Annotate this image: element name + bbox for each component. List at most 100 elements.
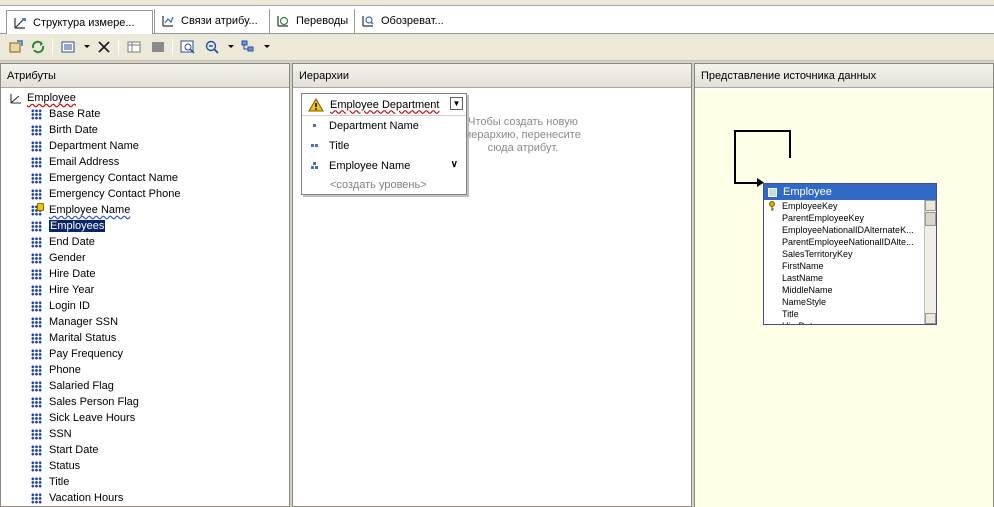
- attribute-icon: [31, 492, 42, 504]
- attribute-item[interactable]: End Date: [1, 234, 289, 250]
- attribute-item[interactable]: Department Name: [1, 138, 289, 154]
- dimension-root-node[interactable]: Employee: [1, 90, 289, 106]
- collapse-button[interactable]: ▼: [450, 97, 463, 110]
- attribute-relationships-icon: [162, 16, 174, 27]
- attribute-label: Login ID: [49, 300, 90, 312]
- attribute-item[interactable]: Phone: [1, 362, 289, 378]
- grid-icon: [152, 42, 164, 52]
- attribute-item[interactable]: Base Rate: [1, 106, 289, 122]
- attribute-item[interactable]: Marital Status: [1, 330, 289, 346]
- tab-attribute-relationships[interactable]: Связи атрибу...: [154, 9, 268, 33]
- grid-button[interactable]: [148, 38, 168, 56]
- attribute-item[interactable]: Pay Frequency: [1, 346, 289, 362]
- attribute-item[interactable]: Emergency Contact Name: [1, 170, 289, 186]
- attribute-label: Status: [49, 460, 81, 472]
- attribute-item[interactable]: Hire Year: [1, 282, 289, 298]
- dsv-column-label: FirstName: [782, 261, 824, 271]
- dsv-column[interactable]: EmployeeNationalIDAlternateK...: [764, 224, 924, 236]
- attribute-label: Pay Frequency: [49, 348, 123, 360]
- dsv-column[interactable]: ParentEmployeeNationalIDAlte...: [764, 236, 924, 248]
- attribute-icon: [31, 124, 42, 136]
- dsv-diagram-area[interactable]: Employee EmployeeKey ParentEmployeeKey Emp…: [695, 89, 993, 507]
- dsv-table-title[interactable]: Employee: [764, 184, 936, 200]
- level-label: Title: [329, 140, 350, 152]
- dsv-column-label: ParentEmployeeNationalIDAlte...: [782, 237, 914, 247]
- expand-chevron-icon[interactable]: ∨: [451, 159, 458, 170]
- dsv-column[interactable]: LastName: [764, 272, 924, 284]
- arrange-button[interactable]: [238, 38, 258, 56]
- attribute-icon: [31, 220, 42, 232]
- warning-badge-icon: [37, 203, 44, 211]
- designer-toolbar: [0, 34, 994, 61]
- tab-translations[interactable]: Переводы: [269, 9, 353, 33]
- attribute-item[interactable]: Salaried Flag: [1, 378, 289, 394]
- attribute-label: Salaried Flag: [49, 380, 114, 392]
- level-3-icon: [311, 162, 318, 169]
- attribute-item[interactable]: Title: [1, 474, 289, 490]
- attribute-item[interactable]: SSN: [1, 426, 289, 442]
- attribute-icon: [31, 252, 42, 264]
- table-icon: [127, 41, 141, 53]
- attribute-item[interactable]: Login ID: [1, 298, 289, 314]
- zoom-to-fit-button[interactable]: [178, 38, 198, 56]
- dsv-column[interactable]: MiddleName: [764, 284, 924, 296]
- attribute-item[interactable]: Hire Date: [1, 266, 289, 282]
- attribute-item[interactable]: Start Date: [1, 442, 289, 458]
- dsv-column[interactable]: NameStyle: [764, 296, 924, 308]
- warning-icon: [308, 97, 324, 111]
- attribute-item[interactable]: Sales Person Flag: [1, 394, 289, 410]
- new-level-placeholder[interactable]: <создать уровень>: [302, 176, 466, 194]
- scroll-up-button[interactable]: [925, 200, 936, 211]
- zoom-button[interactable]: [202, 38, 222, 56]
- list-view-icon: [61, 41, 75, 53]
- attribute-item[interactable]: Employee Name: [1, 202, 289, 218]
- attribute-label: Birth Date: [49, 124, 98, 136]
- chevron-down-icon[interactable]: [264, 45, 270, 48]
- dsv-column[interactable]: EmployeeKey: [764, 200, 924, 212]
- tab-dimension-structure[interactable]: Структура измере...: [6, 10, 153, 35]
- chevron-down-icon[interactable]: [228, 45, 234, 48]
- hierarchy-level[interactable]: Employee Name ∨: [302, 156, 466, 176]
- attribute-label: Title: [49, 476, 70, 488]
- chevron-down-icon[interactable]: [84, 45, 90, 48]
- process-button[interactable]: [6, 38, 26, 56]
- dsv-table-employee[interactable]: Employee EmployeeKey ParentEmployeeKey Emp…: [763, 183, 937, 325]
- show-table-button[interactable]: [124, 38, 144, 56]
- attribute-item[interactable]: Employees: [1, 218, 289, 234]
- attribute-item[interactable]: Sick Leave Hours: [1, 410, 289, 426]
- dsv-column[interactable]: Title: [764, 308, 924, 320]
- dsv-column[interactable]: ParentEmployeeKey: [764, 212, 924, 224]
- attribute-icon: [31, 476, 42, 488]
- tab-label: Переводы: [296, 15, 349, 27]
- dimension-icon: [10, 94, 21, 104]
- refresh-icon: [31, 40, 45, 54]
- attribute-item[interactable]: Vacation Hours: [1, 490, 289, 506]
- attribute-label: Gender: [49, 252, 86, 264]
- attribute-item[interactable]: Birth Date: [1, 122, 289, 138]
- attribute-label: SSN: [49, 428, 72, 440]
- hierarchy-title[interactable]: Employee Department ▼: [302, 94, 466, 116]
- attribute-item[interactable]: Gender: [1, 250, 289, 266]
- hierarchy-level[interactable]: Title: [302, 136, 466, 156]
- toolbar-separator: [172, 39, 173, 55]
- dsv-column-label: EmployeeKey: [782, 201, 838, 211]
- scroll-thumb[interactable]: [925, 212, 936, 226]
- attribute-item[interactable]: Emergency Contact Phone: [1, 186, 289, 202]
- attribute-item[interactable]: Email Address: [1, 154, 289, 170]
- attribute-item[interactable]: Manager SSN: [1, 314, 289, 330]
- tab-browser[interactable]: Обозреват...: [354, 9, 454, 33]
- hierarchy-box[interactable]: Employee Department ▼ Department Name Ti…: [301, 93, 467, 195]
- dsv-column[interactable]: FirstName: [764, 260, 924, 272]
- dsv-column[interactable]: SalesTerritoryKey: [764, 248, 924, 260]
- show-attribute-type-button[interactable]: [58, 38, 78, 56]
- dsv-column[interactable]: HireDate: [764, 320, 924, 324]
- attribute-icon: [31, 428, 42, 440]
- attribute-icon: [31, 172, 42, 184]
- hierarchy-level[interactable]: Department Name: [302, 116, 466, 136]
- attribute-item[interactable]: Status: [1, 458, 289, 474]
- refresh-button[interactable]: [28, 38, 48, 56]
- zoom-out-icon: [205, 40, 219, 54]
- dsv-scrollbar[interactable]: [924, 200, 936, 324]
- scroll-down-button[interactable]: [925, 313, 936, 324]
- delete-button[interactable]: [94, 38, 114, 56]
